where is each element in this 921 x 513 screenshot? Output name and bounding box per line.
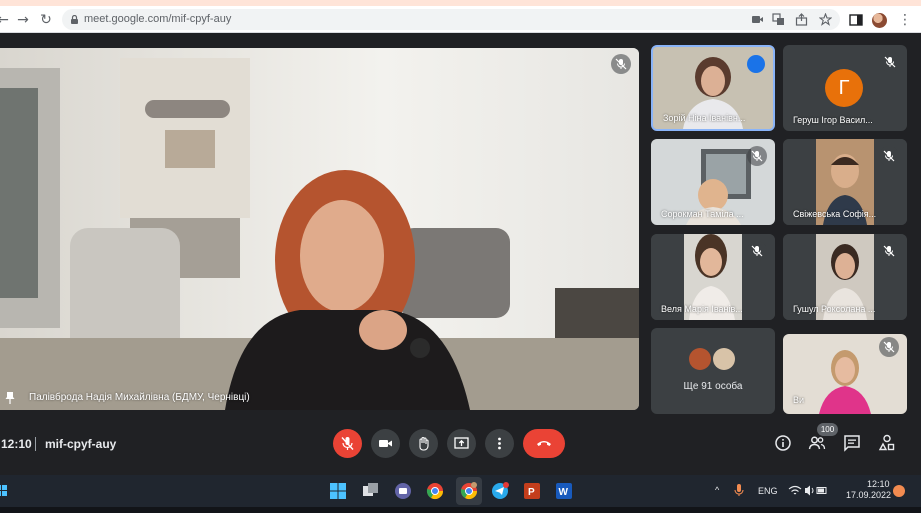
participant-name: Сорокман Таміла ...	[661, 209, 744, 219]
participant-tile[interactable]: Сорокман Таміла ...	[651, 139, 775, 225]
main-video-frame	[0, 48, 639, 410]
svg-text:W: W	[559, 487, 569, 498]
taskbar-date[interactable]: 17.09.2022	[846, 490, 891, 501]
share-icon[interactable]	[795, 13, 808, 26]
windows-start-icon[interactable]	[329, 482, 347, 500]
mic-off-icon	[880, 52, 900, 72]
activities-icon[interactable]	[878, 434, 896, 452]
forward-icon[interactable]: →	[14, 11, 32, 29]
hang-up-icon	[537, 441, 551, 446]
camera-icon	[379, 440, 392, 447]
divider	[35, 437, 36, 451]
participant-name: Гушул Роксолана ...	[793, 304, 876, 314]
word-icon[interactable]: W	[555, 482, 573, 500]
screen-bezel	[0, 507, 921, 513]
participant-name: Геруш Ігор Васил...	[793, 115, 873, 125]
more-participants-label: Ще 91 особа	[683, 381, 743, 392]
mic-off-icon	[341, 437, 354, 450]
microphone-tray-icon[interactable]	[733, 483, 745, 497]
side-panel-icon[interactable]	[849, 13, 863, 27]
screen: ← → ↻ meet.google.com/mif-cpyf-auy ⋮ Пал…	[0, 0, 921, 513]
more-participants-tile[interactable]: Ще 91 особа	[651, 328, 775, 414]
participant-tile[interactable]: Веля Марія Іванів...	[651, 234, 775, 320]
language-indicator[interactable]: ENG	[758, 486, 778, 497]
main-speaker-video[interactable]	[0, 48, 639, 410]
mic-off-icon	[747, 146, 767, 166]
present-screen-button[interactable]	[447, 429, 476, 458]
tray-chevron-icon[interactable]: ^	[715, 485, 719, 496]
hand-icon	[419, 436, 429, 451]
info-icon[interactable]	[774, 434, 792, 452]
avatar	[713, 348, 735, 370]
camera-toggle-button[interactable]	[371, 429, 400, 458]
meeting-controls-bar: 12:10 mif-cpyf-auy	[0, 425, 921, 463]
participant-name: Зорій Ніна Іванівн...	[663, 113, 746, 123]
speaking-indicator-icon	[747, 55, 765, 73]
meeting-code: mif-cpyf-auy	[45, 437, 117, 451]
avatar	[689, 348, 711, 370]
mic-off-icon	[747, 241, 767, 261]
mic-off-icon	[879, 146, 899, 166]
self-view-tile[interactable]: Ви	[783, 334, 907, 414]
main-muted-indicator	[611, 54, 631, 74]
lock-icon	[71, 15, 78, 24]
task-view-icon[interactable]	[362, 482, 380, 500]
translate-icon[interactable]	[772, 13, 785, 26]
svg-text:P: P	[528, 487, 535, 498]
powerpoint-icon[interactable]: P	[523, 482, 541, 500]
browser-menu-icon[interactable]: ⋮	[896, 11, 914, 29]
more-vert-icon	[498, 437, 501, 450]
leave-call-button[interactable]	[523, 429, 565, 458]
participant-tile[interactable]: Гушул Роксолана ...	[783, 234, 907, 320]
main-speaker-name: Палівброда Надія Михайлівна (БДМУ, Черні…	[29, 392, 250, 403]
reload-icon[interactable]: ↻	[37, 11, 55, 29]
participant-name: Веля Марія Іванів...	[661, 304, 743, 314]
avatar: Г	[825, 69, 863, 107]
chat-icon[interactable]	[843, 434, 861, 452]
participant-count-badge: 100	[817, 423, 838, 436]
url-text: meet.google.com/mif-cpyf-auy	[84, 13, 232, 25]
telegram-icon[interactable]	[491, 482, 509, 500]
mic-off-icon	[879, 337, 899, 357]
chrome-profile-icon[interactable]	[460, 482, 478, 500]
teams-chat-icon[interactable]	[394, 482, 412, 500]
more-options-button[interactable]	[485, 429, 514, 458]
notification-icon[interactable]	[893, 485, 905, 497]
present-icon	[454, 437, 469, 449]
back-icon[interactable]: ←	[0, 11, 12, 29]
taskbar-time[interactable]: 12:10	[867, 479, 890, 490]
mic-off-icon	[615, 58, 627, 70]
participant-name: Ви	[793, 395, 805, 405]
people-icon[interactable]	[808, 434, 826, 452]
profile-avatar[interactable]	[872, 13, 887, 28]
camera-in-use-icon[interactable]	[751, 13, 764, 26]
participant-name: Свіжевська Софія...	[793, 209, 877, 219]
raise-hand-button[interactable]	[409, 429, 438, 458]
mic-toggle-button[interactable]	[333, 429, 362, 458]
pin-icon[interactable]	[5, 391, 15, 404]
participant-tile[interactable]: Свіжевська Софія...	[783, 139, 907, 225]
address-bar[interactable]: meet.google.com/mif-cpyf-auy	[62, 9, 840, 30]
bookmark-star-icon[interactable]	[819, 13, 832, 26]
chrome-icon[interactable]	[426, 482, 444, 500]
mic-off-icon	[879, 241, 899, 261]
windows-taskbar: P W ^ ENG 12:10 17.09.2022	[0, 475, 921, 507]
windows-start-icon[interactable]	[0, 482, 10, 500]
participant-tile[interactable]: Г Геруш Ігор Васил...	[783, 45, 907, 131]
browser-toolbar: ← → ↻ meet.google.com/mif-cpyf-auy ⋮	[0, 6, 921, 33]
meeting-clock: 12:10	[1, 437, 32, 451]
network-volume-battery-icons[interactable]	[788, 484, 828, 497]
participant-tile[interactable]: Зорій Ніна Іванівн...	[651, 45, 775, 131]
